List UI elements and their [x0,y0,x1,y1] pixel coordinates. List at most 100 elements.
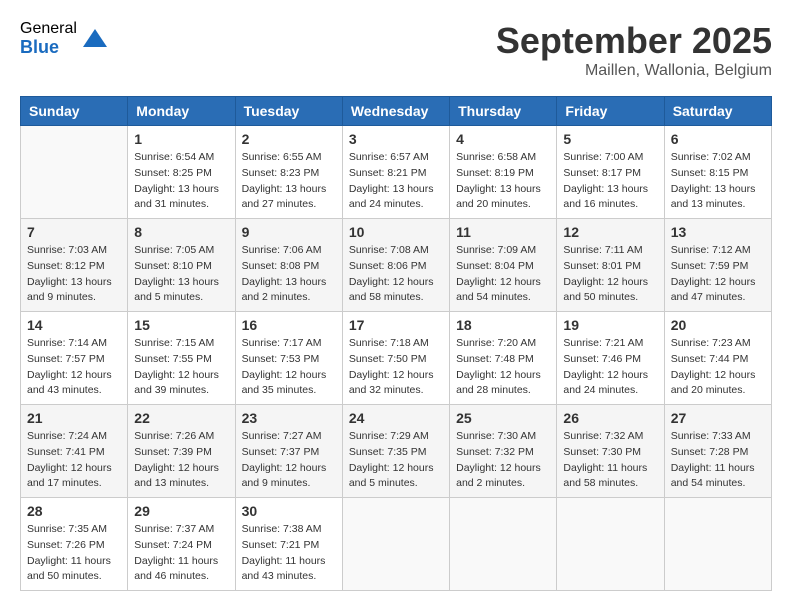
calendar-cell: 19Sunrise: 7:21 AM Sunset: 7:46 PM Dayli… [557,312,664,405]
day-info: Sunrise: 7:27 AM Sunset: 7:37 PM Dayligh… [242,429,336,492]
calendar-cell: 26 Sunrise: 7:32 AM Sunset: 7:30 PM Dayli… [557,405,664,498]
day-number: 18 [456,317,550,333]
day-info: Sunrise: 7:37 AM Sunset: 7:24 PM Dayligh… [134,522,228,585]
day-number: 6 [671,131,765,147]
calendar-cell: 3Sunrise: 6:57 AM Sunset: 8:21 PM Daylig… [342,126,449,219]
day-info: Sunrise: 7:08 AM Sunset: 8:06 PM Dayligh… [349,243,443,306]
calendar-cell [342,498,449,591]
column-header-friday: Friday [557,97,664,126]
calendar-cell [557,498,664,591]
calendar-cell: 25 Sunrise: 7:30 AM Sunset: 7:32 PM Dayli… [450,405,557,498]
calendar-cell: 21 Sunrise: 7:24 AM Sunset: 7:41 PM Dayli… [21,405,128,498]
day-info: Sunrise: 6:57 AM Sunset: 8:21 PM Dayligh… [349,150,443,213]
day-info: Sunrise: 7:15 AM Sunset: 7:55 PM Dayligh… [134,336,228,399]
calendar-cell: 10 Sunrise: 7:08 AM Sunset: 8:06 PM Dayli… [342,219,449,312]
day-info: Sunrise: 7:38 AM Sunset: 7:21 PM Dayligh… [242,522,336,585]
page-header: General Blue September 2025 Maillen, Wal… [20,20,772,80]
day-number: 27 [671,410,765,426]
day-number: 14 [27,317,121,333]
day-info: Sunrise: 7:18 AM Sunset: 7:50 PM Dayligh… [349,336,443,399]
calendar-cell: 7Sunrise: 7:03 AM Sunset: 8:12 PM Daylig… [21,219,128,312]
day-number: 10 [349,224,443,240]
day-info: Sunrise: 7:35 AM Sunset: 7:26 PM Dayligh… [27,522,121,585]
day-info: Sunrise: 7:23 AM Sunset: 7:44 PM Dayligh… [671,336,765,399]
column-header-thursday: Thursday [450,97,557,126]
calendar-cell: 11 Sunrise: 7:09 AM Sunset: 8:04 PM Dayli… [450,219,557,312]
day-number: 9 [242,224,336,240]
day-number: 8 [134,224,228,240]
column-header-wednesday: Wednesday [342,97,449,126]
day-number: 5 [563,131,657,147]
column-header-monday: Monday [128,97,235,126]
month-title: September 2025 [496,20,772,62]
calendar-cell: 14 Sunrise: 7:14 AM Sunset: 7:57 PM Dayli… [21,312,128,405]
day-number: 17 [349,317,443,333]
day-number: 1 [134,131,228,147]
day-number: 15 [134,317,228,333]
day-info: Sunrise: 7:00 AM Sunset: 8:17 PM Dayligh… [563,150,657,213]
calendar-cell: 6 Sunrise: 7:02 AM Sunset: 8:15 PM Daylig… [664,126,771,219]
day-info: Sunrise: 6:55 AM Sunset: 8:23 PM Dayligh… [242,150,336,213]
calendar-cell [21,126,128,219]
calendar-cell [664,498,771,591]
calendar-cell: 20 Sunrise: 7:23 AM Sunset: 7:44 PM Dayli… [664,312,771,405]
day-number: 4 [456,131,550,147]
day-number: 30 [242,503,336,519]
calendar-cell: 15 Sunrise: 7:15 AM Sunset: 7:55 PM Dayli… [128,312,235,405]
day-number: 21 [27,410,121,426]
calendar-cell: 5 Sunrise: 7:00 AM Sunset: 8:17 PM Daylig… [557,126,664,219]
calendar-cell: 1 Sunrise: 6:54 AM Sunset: 8:25 PM Daylig… [128,126,235,219]
column-header-saturday: Saturday [664,97,771,126]
calendar-cell: 27 Sunrise: 7:33 AM Sunset: 7:28 PM Dayli… [664,405,771,498]
day-info: Sunrise: 7:02 AM Sunset: 8:15 PM Dayligh… [671,150,765,213]
day-number: 12 [563,224,657,240]
day-number: 25 [456,410,550,426]
calendar-cell: 13Sunrise: 7:12 AM Sunset: 7:59 PM Dayli… [664,219,771,312]
calendar-week-row: 21 Sunrise: 7:24 AM Sunset: 7:41 PM Dayli… [21,405,772,498]
day-info: Sunrise: 7:09 AM Sunset: 8:04 PM Dayligh… [456,243,550,306]
column-header-sunday: Sunday [21,97,128,126]
calendar-cell: 12 Sunrise: 7:11 AM Sunset: 8:01 PM Dayli… [557,219,664,312]
day-number: 13 [671,224,765,240]
logo: General Blue [20,20,109,57]
calendar-cell: 29Sunrise: 7:37 AM Sunset: 7:24 PM Dayli… [128,498,235,591]
day-info: Sunrise: 7:05 AM Sunset: 8:10 PM Dayligh… [134,243,228,306]
day-info: Sunrise: 7:29 AM Sunset: 7:35 PM Dayligh… [349,429,443,492]
calendar-cell: 16 Sunrise: 7:17 AM Sunset: 7:53 PM Dayli… [235,312,342,405]
calendar-cell: 30 Sunrise: 7:38 AM Sunset: 7:21 PM Dayli… [235,498,342,591]
day-info: Sunrise: 7:06 AM Sunset: 8:08 PM Dayligh… [242,243,336,306]
day-info: Sunrise: 7:32 AM Sunset: 7:30 PM Dayligh… [563,429,657,492]
calendar-header-row: SundayMondayTuesdayWednesdayThursdayFrid… [21,97,772,126]
calendar-cell: 8 Sunrise: 7:05 AM Sunset: 8:10 PM Daylig… [128,219,235,312]
day-number: 16 [242,317,336,333]
day-info: Sunrise: 6:54 AM Sunset: 8:25 PM Dayligh… [134,150,228,213]
day-number: 22 [134,410,228,426]
calendar-cell [450,498,557,591]
day-number: 11 [456,224,550,240]
day-info: Sunrise: 7:14 AM Sunset: 7:57 PM Dayligh… [27,336,121,399]
day-number: 20 [671,317,765,333]
column-header-tuesday: Tuesday [235,97,342,126]
day-info: Sunrise: 7:11 AM Sunset: 8:01 PM Dayligh… [563,243,657,306]
calendar-cell: 17 Sunrise: 7:18 AM Sunset: 7:50 PM Dayli… [342,312,449,405]
day-info: Sunrise: 7:17 AM Sunset: 7:53 PM Dayligh… [242,336,336,399]
calendar-cell: 22 Sunrise: 7:26 AM Sunset: 7:39 PM Dayli… [128,405,235,498]
calendar-week-row: 7Sunrise: 7:03 AM Sunset: 8:12 PM Daylig… [21,219,772,312]
day-info: Sunrise: 7:26 AM Sunset: 7:39 PM Dayligh… [134,429,228,492]
day-number: 26 [563,410,657,426]
calendar-cell: 23Sunrise: 7:27 AM Sunset: 7:37 PM Dayli… [235,405,342,498]
logo-icon [81,25,109,53]
day-number: 7 [27,224,121,240]
day-info: Sunrise: 7:33 AM Sunset: 7:28 PM Dayligh… [671,429,765,492]
location-subtitle: Maillen, Wallonia, Belgium [496,62,772,80]
day-info: Sunrise: 7:20 AM Sunset: 7:48 PM Dayligh… [456,336,550,399]
day-info: Sunrise: 7:24 AM Sunset: 7:41 PM Dayligh… [27,429,121,492]
day-number: 28 [27,503,121,519]
day-info: Sunrise: 7:21 AM Sunset: 7:46 PM Dayligh… [563,336,657,399]
day-number: 24 [349,410,443,426]
calendar-week-row: 28 Sunrise: 7:35 AM Sunset: 7:26 PM Dayli… [21,498,772,591]
logo-blue: Blue [20,38,77,58]
calendar-table: SundayMondayTuesdayWednesdayThursdayFrid… [20,96,772,591]
day-info: Sunrise: 7:30 AM Sunset: 7:32 PM Dayligh… [456,429,550,492]
logo-general: General [20,20,77,38]
